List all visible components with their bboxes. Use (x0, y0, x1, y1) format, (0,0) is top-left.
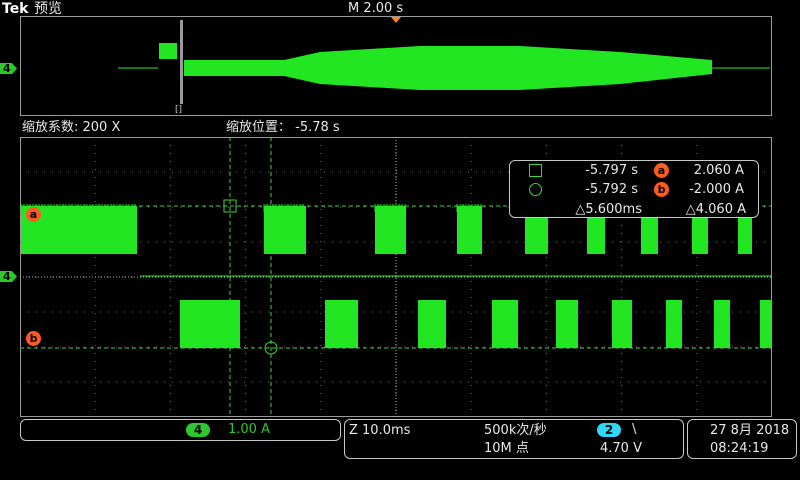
readout-a-icon: a (654, 163, 669, 178)
negative-burst-3 (418, 300, 446, 348)
trigger-position-icon (391, 17, 401, 23)
cursor-b-value: -2.000 A (689, 182, 744, 197)
negative-burst-9 (760, 300, 771, 348)
overview-pulse (159, 43, 177, 59)
waveform-canvas (20, 17, 772, 417)
cursor2-time: -5.792 s (585, 182, 638, 197)
positive-burst-3 (375, 206, 406, 254)
negative-burst-6 (612, 300, 632, 348)
overview-ch4-marker[interactable]: 4 (0, 61, 18, 76)
cursor-b-marker[interactable]: b (26, 331, 41, 346)
overview-burst-2 (284, 46, 712, 90)
negative-burst-5 (556, 300, 578, 348)
delta-time: △5.600ms (575, 202, 642, 217)
waveform-ch4-marker[interactable]: 4 (0, 269, 18, 284)
time: 08:24:19 (710, 441, 769, 456)
delta-value: △4.060 A (685, 202, 746, 217)
channel-status-box[interactable] (20, 419, 341, 441)
cursor2-circle-icon (529, 183, 542, 196)
sample-rate: 500k次/秒 (484, 423, 547, 438)
negative-burst-2 (325, 300, 358, 348)
overview-burst-1 (184, 60, 284, 76)
negative-burst-4 (492, 300, 518, 348)
negative-burst-1 (180, 300, 240, 348)
date: 27 8月 2018 (710, 423, 790, 438)
waveform-ch4-number: 4 (3, 270, 11, 283)
trigger-level: 4.70 V (600, 441, 642, 456)
cursor-a-value: 2.060 A (693, 163, 744, 178)
cursor1-square-icon (529, 164, 542, 177)
positive-burst-4 (457, 206, 482, 254)
zoom-scale: Z 10.0ms (349, 423, 411, 438)
trigger-slope-icon: \ (632, 422, 637, 437)
positive-burst-2 (264, 206, 306, 254)
channel-4-badge[interactable]: 4 (186, 423, 210, 437)
negative-burst-7 (666, 300, 682, 348)
overview-zoom-window (180, 20, 183, 104)
overview-ch4-number: 4 (3, 62, 11, 75)
cursor-a-marker[interactable]: a (26, 207, 41, 222)
readout-b-icon: b (654, 182, 669, 197)
channel-4-scale: 1.00 A (228, 422, 270, 437)
negative-burst-8 (714, 300, 730, 348)
cursor1-time: -5.797 s (585, 163, 638, 178)
trigger-channel-badge[interactable]: 2 (597, 423, 621, 437)
record-length: 10M 点 (484, 441, 529, 456)
